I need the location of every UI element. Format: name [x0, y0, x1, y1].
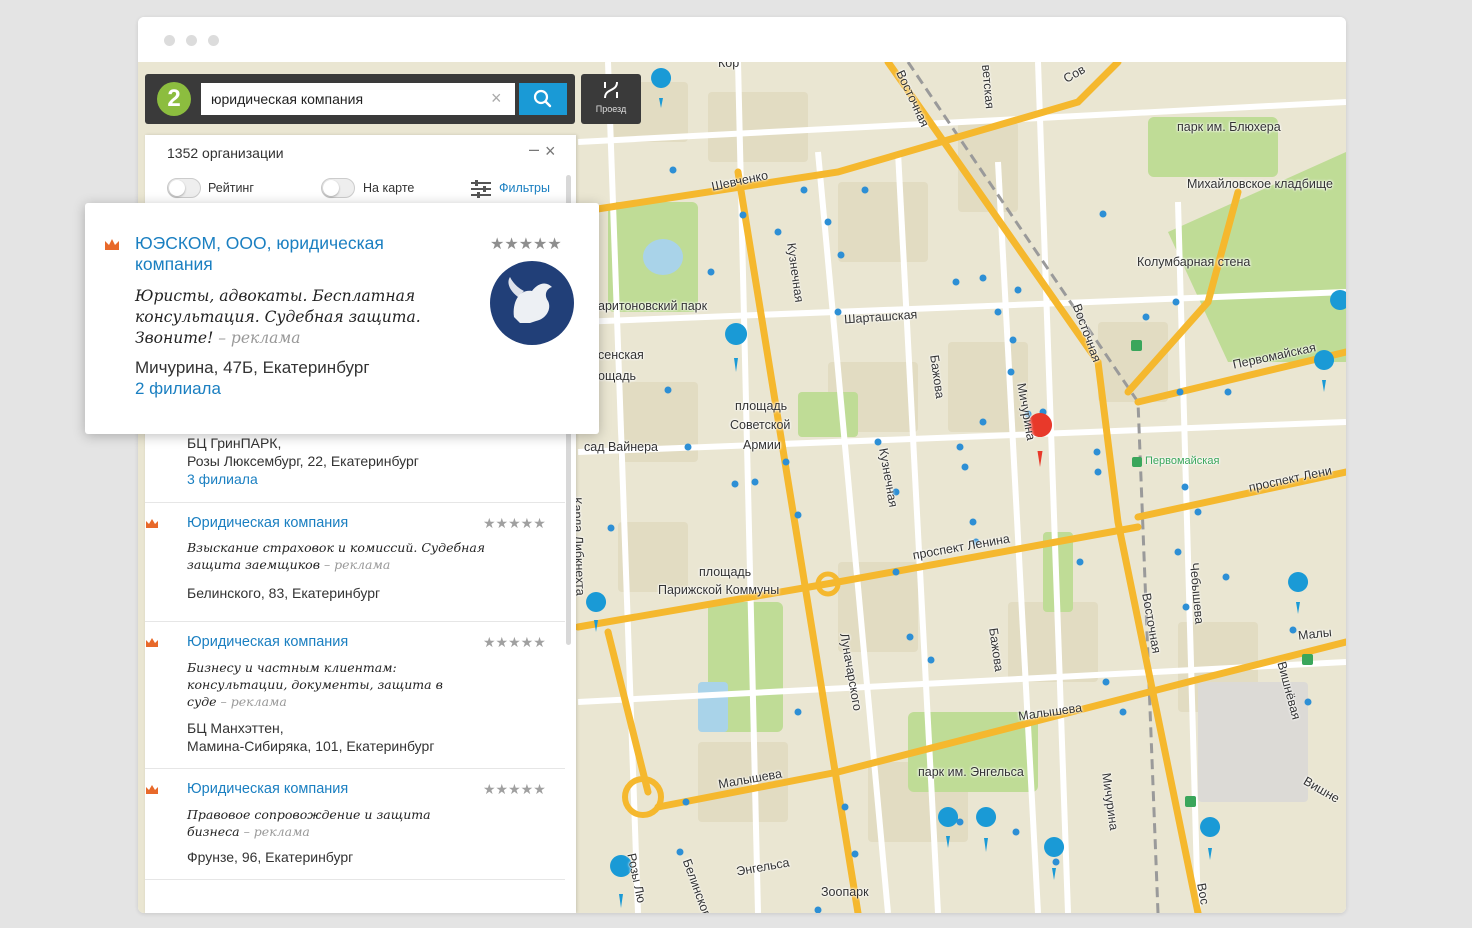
map-label: площадь: [699, 565, 752, 579]
map-label: сад Вайнера: [584, 440, 658, 454]
list-item[interactable]: Юридическая компания ★★★★★ Бизнесу и час…: [145, 622, 565, 769]
window-dot-close[interactable]: [164, 35, 175, 46]
featured-company-card[interactable]: ЮЭСКОМ, ООО, юридическая компания ★★★★★ …: [85, 203, 599, 434]
map-label: Советской: [730, 418, 791, 432]
company-ad-text: Юристы, адвокаты. Бесплатная консультаци…: [135, 287, 421, 347]
map-label: Армии: [743, 438, 781, 452]
map-canvas[interactable]: Шевченко аритоновский парк сенская ощадь…: [138, 62, 1346, 913]
map-label: Михайловское кладбище: [1187, 177, 1333, 191]
filters-label: Фильтры: [499, 181, 550, 195]
browser-window: Шевченко аритоновский парк сенская ощадь…: [138, 17, 1346, 913]
map-label: парк им. Энгельса: [918, 765, 1024, 779]
search-input[interactable]: [201, 83, 515, 115]
item-ad-text: Бизнесу и частным клиентам: консультации…: [187, 660, 443, 709]
map-label: аритоновский парк: [598, 299, 708, 313]
filters-icon: [471, 180, 491, 198]
company-name-link[interactable]: ЮЭСКОМ, ООО, юридическая компания: [135, 233, 435, 275]
map-label: ощадь: [598, 369, 636, 383]
route-icon: [604, 81, 618, 99]
minimize-panel-button[interactable]: –: [529, 139, 539, 160]
map-label: площадь: [735, 399, 788, 413]
company-address: Мичурина, 47Б, Екатеринбург: [135, 358, 370, 377]
map-label: Зоопарк: [821, 885, 869, 899]
search-button[interactable]: [519, 83, 567, 115]
on-map-toggle-label: На карте: [363, 181, 415, 195]
window-dot-maximize[interactable]: [208, 35, 219, 46]
item-address: Белинского, 83, Екатеринбург: [187, 585, 381, 601]
2gis-logo[interactable]: 2: [157, 82, 191, 116]
item-address: Фрунзе, 96, Екатеринбург: [187, 849, 354, 865]
close-panel-button[interactable]: ×: [545, 141, 556, 162]
item-ad-text: Взыскание страховок и комиссий. Судебная…: [187, 540, 486, 572]
map-label: Колумбарная стена: [1137, 255, 1251, 269]
item-address: БЦ Манхэттен,: [187, 720, 284, 736]
item-rating-stars: ★★★★★: [483, 634, 546, 650]
item-ad-text: Правовое сопровождение и защита бизнеса …: [187, 807, 431, 839]
list-item[interactable]: Юридическая компания ★★★★★ Правовое сопр…: [145, 769, 565, 880]
window-titlebar: [138, 17, 1346, 62]
route-button-label: Проезд: [595, 104, 627, 114]
window-dot-minimize[interactable]: [186, 35, 197, 46]
company-logo: [490, 261, 574, 345]
results-count: 1352 организации: [167, 145, 284, 161]
company-rating-stars: ★★★★★: [490, 236, 562, 253]
map-label: Кор: [718, 62, 740, 70]
map-label: Первомайская: [1145, 455, 1220, 467]
griffin-logo-icon: [508, 277, 552, 323]
item-address: БЦ ГринПАРК,: [187, 435, 282, 451]
map-label: парк им. Блюхера: [1177, 120, 1281, 134]
map-label: сенская: [598, 348, 644, 362]
item-name-link[interactable]: Юридическая компания: [187, 781, 348, 797]
item-address: Розы Люксембург, 22, Екатеринбург: [187, 453, 419, 469]
item-address: Мамина-Сибиряка, 101, Екатеринбург: [187, 738, 435, 754]
crown-icon: [146, 519, 158, 528]
clear-search-icon[interactable]: ×: [491, 89, 502, 107]
map-label: Парижской Коммуны: [658, 583, 780, 597]
search-bar: 2 ×: [145, 74, 575, 124]
on-map-toggle[interactable]: [321, 178, 355, 198]
item-name-link[interactable]: Юридическая компания: [187, 515, 348, 531]
route-button[interactable]: Проезд: [581, 74, 641, 124]
rating-toggle-label: Рейтинг: [208, 181, 254, 195]
item-rating-stars: ★★★★★: [483, 781, 546, 797]
rating-toggle[interactable]: [167, 178, 201, 198]
crown-icon: [105, 239, 119, 250]
item-name-link[interactable]: Юридическая компания: [187, 634, 348, 650]
company-branches-link[interactable]: 2 филиала: [135, 379, 221, 399]
list-item[interactable]: Юридическая компания ★★★★★ Взыскание стр…: [145, 503, 565, 622]
item-branches-link[interactable]: 3 филиала: [187, 471, 258, 487]
item-rating-stars: ★★★★★: [483, 515, 546, 531]
crown-icon: [146, 638, 158, 647]
search-icon: [533, 89, 552, 108]
crown-icon: [146, 785, 158, 794]
